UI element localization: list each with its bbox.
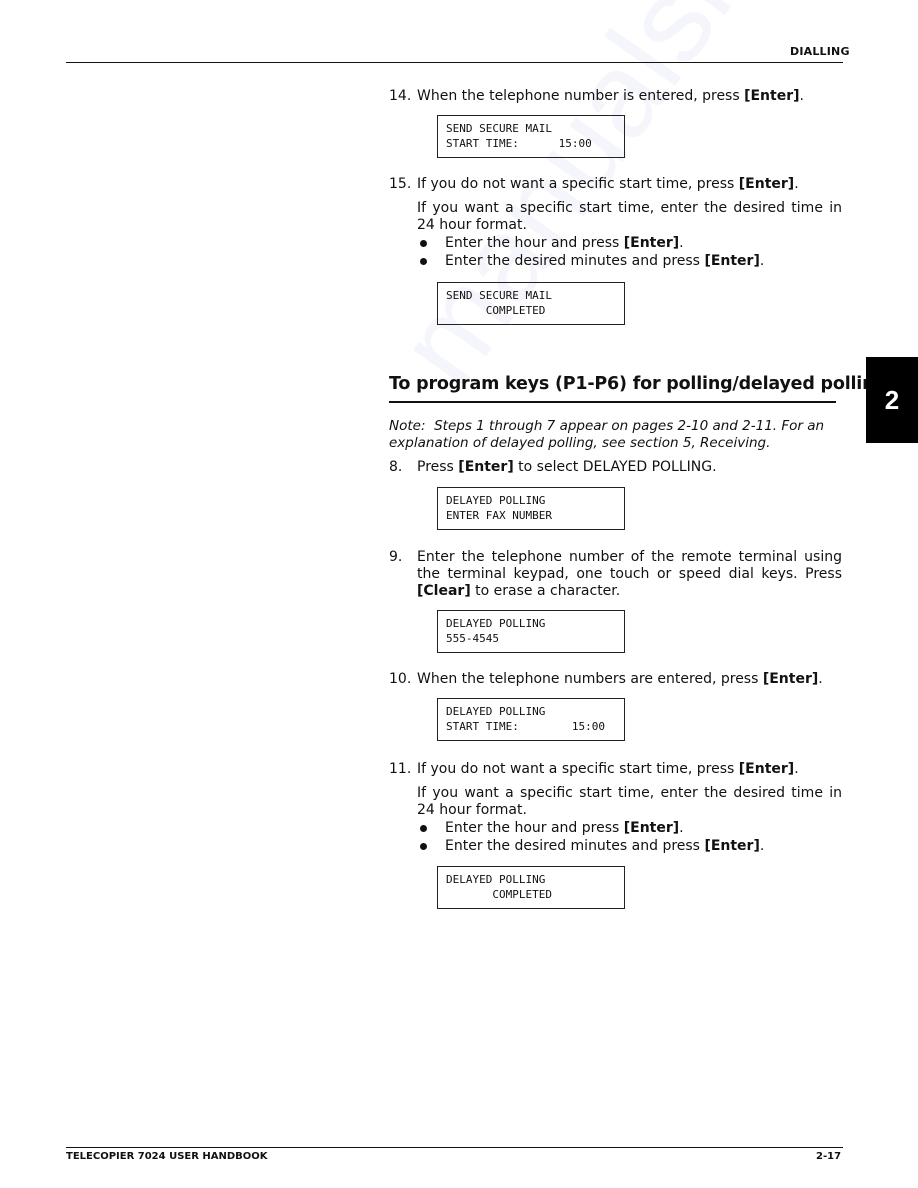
step-number: 15. (389, 176, 412, 192)
step-text: Enter the telephone number of the remote… (417, 549, 842, 599)
step-number: 14. (389, 88, 412, 104)
bullet-text: Enter the desired minutes and press [Ent… (445, 838, 765, 854)
step-subtext: If you want a specific start time, enter… (417, 785, 842, 818)
key-label: [Enter] (744, 88, 800, 104)
key-label: [Enter] (738, 761, 795, 777)
note-label: Note: (389, 418, 426, 434)
key-label: [Enter] (738, 176, 795, 192)
lcd-display: SEND SECURE MAIL START TIME: 15:00 (437, 115, 625, 158)
chapter-tab: 2 (866, 357, 918, 443)
bullet-icon (420, 240, 427, 247)
footer-book-title: TELECOPIER 7024 USER HANDBOOK (66, 1151, 268, 1162)
lcd-display: DELAYED POLLING 555-4545 (437, 610, 625, 653)
bullet-text: Enter the desired minutes and press [Ent… (445, 253, 765, 269)
section-header-title: DIALLING (790, 45, 850, 58)
lcd-display: DELAYED POLLING ENTER FAX NUMBER (437, 487, 625, 530)
step-text: If you do not want a specific start time… (417, 761, 799, 777)
step-text: If you do not want a specific start time… (417, 176, 799, 192)
page-number: 2-17 (816, 1151, 842, 1162)
lcd-display: DELAYED POLLING COMPLETED (437, 866, 625, 909)
heading-underline (389, 401, 836, 403)
step-text: Press [Enter] to select DELAYED POLLING. (417, 459, 717, 475)
step-subtext: If you want a specific start time, enter… (417, 200, 842, 233)
step-text: When the telephone number is entered, pr… (417, 88, 804, 104)
bullet-text: Enter the hour and press [Enter]. (445, 235, 684, 251)
bullet-text: Enter the hour and press [Enter]. (445, 820, 684, 836)
key-label: [Enter] (458, 459, 514, 475)
section-heading: To program keys (P1-P6) for polling/dela… (389, 374, 887, 394)
step-number: 11. (389, 761, 412, 777)
key-label: [Clear] (417, 583, 471, 599)
footer-rule (66, 1147, 843, 1148)
note: Note: Steps 1 through 7 appear on pages … (389, 418, 825, 451)
step-text: When the telephone numbers are entered, … (417, 671, 823, 687)
lcd-display: DELAYED POLLING START TIME: 15:00 (437, 698, 625, 741)
lcd-display: SEND SECURE MAIL COMPLETED (437, 282, 625, 325)
step-number: 8. (389, 459, 403, 475)
bullet-icon (420, 258, 427, 265)
header-rule (66, 62, 843, 63)
step-number: 9. (389, 549, 403, 565)
key-label: [Enter] (762, 671, 819, 687)
bullet-icon (420, 843, 427, 850)
bullet-icon (420, 825, 427, 832)
step-number: 10. (389, 671, 412, 687)
